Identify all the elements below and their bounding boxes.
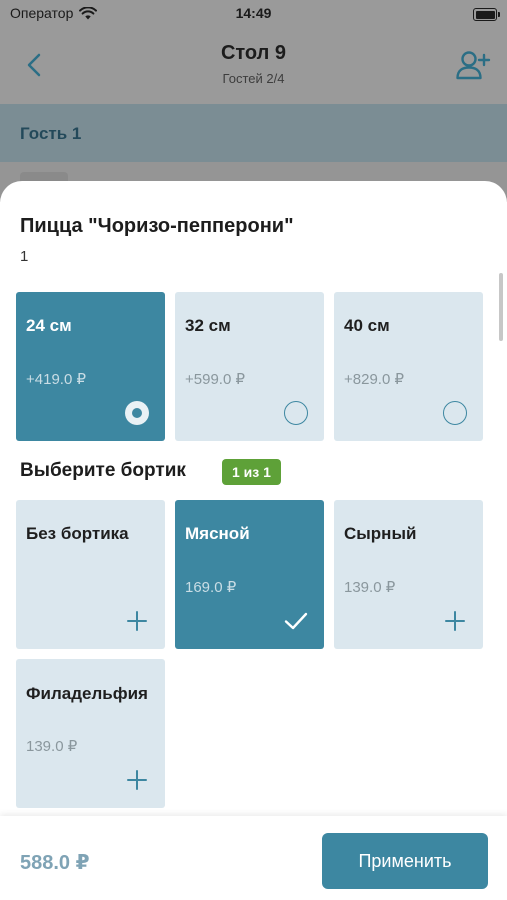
crust-price: 169.0 ₽	[185, 579, 237, 596]
apply-button[interactable]: Применить	[322, 833, 488, 889]
crust-price: 139.0 ₽	[344, 579, 396, 596]
product-title: Пицца "Чоризо-пепперони"	[20, 215, 294, 237]
scrollbar[interactable]	[499, 273, 503, 341]
size-option-24[interactable]: 24 см +419.0 ₽	[16, 292, 165, 441]
plus-icon[interactable]	[443, 609, 467, 633]
size-price: +829.0 ₽	[344, 371, 405, 388]
radio-unselected-icon[interactable]	[284, 401, 308, 425]
size-option-32[interactable]: 32 см +599.0 ₽	[175, 292, 324, 441]
battery-icon	[473, 8, 500, 21]
crust-option-none[interactable]: Без бортика	[16, 500, 165, 649]
clock: 14:49	[235, 5, 272, 21]
crust-option-meat[interactable]: Мясной 169.0 ₽	[175, 500, 324, 649]
crust-option-cheese[interactable]: Сырный 139.0 ₽	[334, 500, 483, 649]
radio-unselected-icon[interactable]	[443, 401, 467, 425]
crust-price: 139.0 ₽	[26, 738, 78, 755]
size-price: +599.0 ₽	[185, 371, 246, 388]
sheet-footer: 588.0 ₽ Применить	[0, 816, 507, 900]
crust-label: Без бортика	[26, 524, 129, 543]
plus-icon[interactable]	[125, 609, 149, 633]
app-header: Стол 9 Гостей 2/4	[0, 28, 507, 104]
checkmark-icon	[284, 612, 308, 630]
radio-selected-icon[interactable]	[125, 401, 149, 425]
crust-label: Филадельфия	[26, 684, 148, 703]
guest-label: Гость 1	[20, 124, 82, 143]
add-guest-icon[interactable]	[455, 48, 491, 82]
guest-section-header[interactable]: Гость 1	[0, 104, 507, 162]
status-bar: Оператор 14:49	[0, 0, 507, 28]
size-label: 24 см	[26, 316, 72, 335]
product-quantity: 1	[20, 248, 29, 265]
modifier-sheet: Пицца "Чоризо-пепперони" 1 24 см +419.0 …	[0, 181, 507, 900]
selection-count-badge: 1 из 1	[222, 459, 281, 485]
crust-section-title: Выберите бортик	[20, 460, 186, 481]
size-label: 32 см	[185, 316, 231, 335]
guest-count: Гостей 2/4	[222, 71, 285, 86]
total-price: 588.0 ₽	[20, 852, 90, 874]
crust-label: Мясной	[185, 524, 250, 543]
size-label: 40 см	[344, 316, 390, 335]
page-title: Стол 9	[220, 42, 287, 64]
crust-label: Сырный	[344, 524, 417, 543]
size-price: +419.0 ₽	[26, 371, 87, 388]
plus-icon[interactable]	[125, 768, 149, 792]
crust-option-philadelphia[interactable]: Филадельфия 139.0 ₽	[16, 659, 165, 808]
size-option-40[interactable]: 40 см +829.0 ₽	[334, 292, 483, 441]
